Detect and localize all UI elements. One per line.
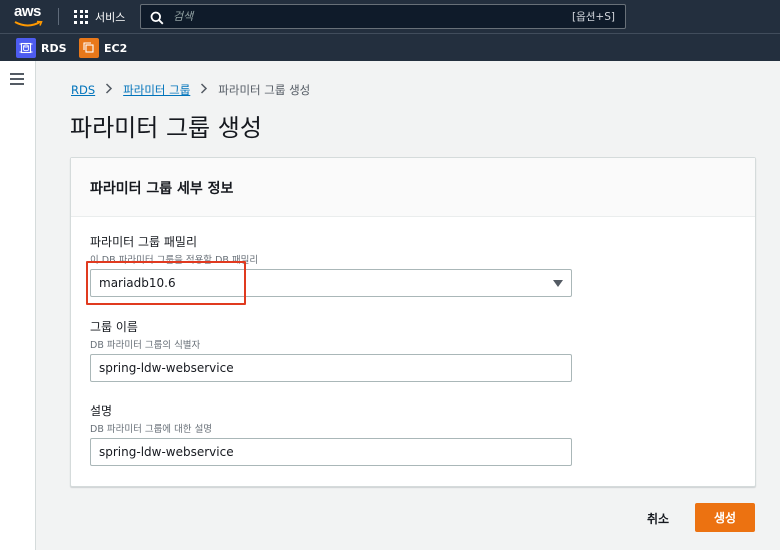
group-name-description: DB 파라미터 그룹의 식별자 bbox=[90, 340, 201, 351]
description-value: spring-ldw-webservice bbox=[99, 445, 234, 459]
group-name-field: 그룹 이름 DB 파라미터 그룹의 식별자 spring-ldw-webserv… bbox=[90, 318, 572, 382]
chevron-right-icon bbox=[200, 83, 208, 97]
create-button[interactable]: 생성 bbox=[695, 503, 755, 532]
search-bar[interactable]: [옵션+S] bbox=[140, 4, 626, 29]
favorite-rds[interactable]: RDS bbox=[16, 38, 67, 58]
services-label: 서비스 bbox=[95, 10, 126, 24]
cancel-button[interactable]: 취소 bbox=[636, 505, 680, 531]
aws-logo-text: aws bbox=[14, 3, 41, 20]
favorites-bar: RDS EC2 bbox=[0, 33, 780, 61]
side-navigation-rail bbox=[0, 61, 36, 550]
favorite-ec2[interactable]: EC2 bbox=[79, 38, 127, 58]
breadcrumb-parameter-groups[interactable]: 파라미터 그룹 bbox=[123, 82, 190, 98]
search-shortcut-hint: [옵션+S] bbox=[572, 11, 615, 23]
breadcrumb-rds[interactable]: RDS bbox=[71, 83, 95, 97]
family-label: 파라미터 그룹 패밀리 bbox=[90, 235, 197, 249]
top-navigation: aws 서비스 [옵션+S] bbox=[0, 0, 780, 33]
family-select-value: mariadb10.6 bbox=[99, 276, 176, 290]
caret-down-icon bbox=[553, 279, 563, 287]
group-name-label: 그룹 이름 bbox=[90, 320, 138, 334]
chevron-right-icon bbox=[105, 83, 113, 97]
group-name-value: spring-ldw-webservice bbox=[99, 361, 234, 375]
family-description: 이 DB 파라미터 그룹을 적용할 DB 패밀리 bbox=[90, 255, 259, 266]
description-label: 설명 bbox=[90, 404, 113, 418]
nav-divider bbox=[58, 8, 59, 25]
ec2-icon bbox=[79, 38, 99, 58]
description-hint: DB 파라미터 그룹에 대한 설명 bbox=[90, 424, 213, 435]
description-field: 설명 DB 파라미터 그룹에 대한 설명 spring-ldw-webservi… bbox=[90, 402, 572, 466]
favorite-ec2-label: EC2 bbox=[104, 41, 128, 55]
family-select[interactable]: mariadb10.6 bbox=[90, 269, 572, 297]
panel-title: 파라미터 그룹 세부 정보 bbox=[90, 181, 234, 197]
menu-icon[interactable] bbox=[10, 73, 24, 85]
rds-icon bbox=[16, 38, 36, 58]
services-grid-icon bbox=[74, 9, 88, 24]
aws-logo[interactable]: aws bbox=[14, 4, 46, 28]
breadcrumb: RDS 파라미터 그룹 파라미터 그룹 생성 bbox=[71, 82, 310, 98]
breadcrumb-current: 파라미터 그룹 생성 bbox=[218, 83, 311, 97]
group-name-input[interactable]: spring-ldw-webservice bbox=[90, 354, 572, 382]
search-icon bbox=[150, 10, 164, 24]
page-title: 파라미터 그룹 생성 bbox=[70, 114, 262, 142]
services-menu-button[interactable]: 서비스 bbox=[74, 8, 125, 25]
aws-smile-icon bbox=[14, 20, 43, 27]
family-field: 파라미터 그룹 패밀리 이 DB 파라미터 그룹을 적용할 DB 패밀리 mar… bbox=[90, 233, 572, 297]
parameter-group-details-panel: 파라미터 그룹 세부 정보 파라미터 그룹 패밀리 이 DB 파라미터 그룹을 … bbox=[70, 157, 756, 487]
search-input[interactable] bbox=[173, 10, 573, 23]
favorite-rds-label: RDS bbox=[41, 41, 67, 55]
panel-header: 파라미터 그룹 세부 정보 bbox=[71, 158, 755, 217]
description-input[interactable]: spring-ldw-webservice bbox=[90, 438, 572, 466]
